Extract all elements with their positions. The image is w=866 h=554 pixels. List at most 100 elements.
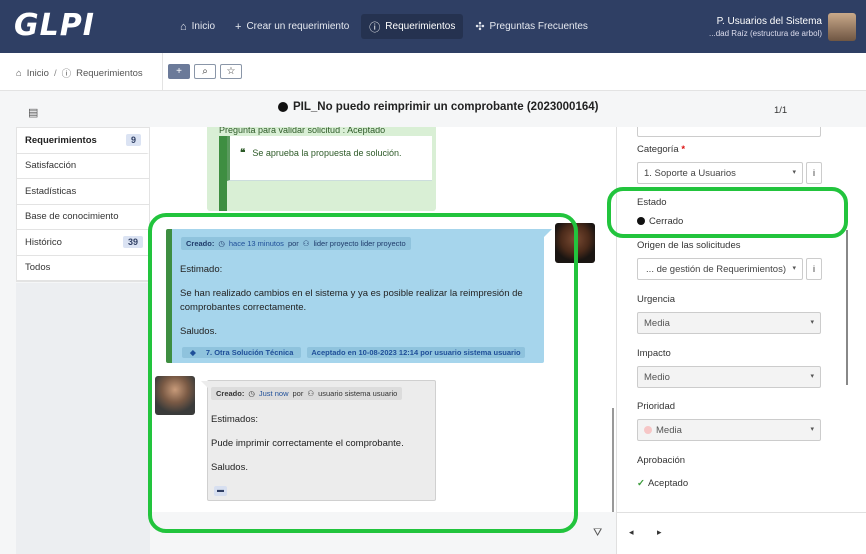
paragraph: Pude imprimir correctamente el comproban… — [211, 438, 404, 449]
user-menu[interactable]: P. Usuarios del Sistema ...dad Raíz (est… — [709, 16, 822, 38]
nav-preguntas-frecuentes[interactable]: ✣ Preguntas Frecuentes — [467, 14, 596, 39]
quote-icon: ❝ — [240, 148, 246, 159]
tab-historico[interactable]: Histórico 39 — [17, 230, 149, 256]
nav-inicio[interactable]: ⌂ Inicio — [172, 14, 223, 39]
paragraph: Se han realizado cambios en el sistema y… — [180, 288, 523, 313]
user-name: P. Usuarios del Sistema — [716, 16, 822, 27]
solution-item: Creado: ◷ hace 13 minutos por ⚇ lider pr… — [166, 229, 552, 363]
created-time[interactable]: hace 13 minutos — [229, 239, 284, 248]
user-entity: ...dad Raíz (estructura de arbol) — [709, 29, 822, 38]
check-icon: ✓ — [637, 478, 645, 489]
ticket-title: PIL_No puedo reimprimir un comprobante (… — [278, 101, 598, 113]
chevron-down-icon: ▾ — [810, 319, 814, 326]
chevron-down-icon: ▾ — [810, 426, 814, 433]
categoria-info-button[interactable]: i — [806, 162, 822, 184]
tab-base-conocimiento[interactable]: Base de conocimiento — [17, 205, 149, 230]
solution-author[interactable]: lider proyecto lider proyecto — [314, 239, 406, 248]
validation-followup: Pregunta para validar solicitud : Acepta… — [207, 127, 436, 211]
created-label: Creado: — [216, 389, 245, 398]
aprobacion-label: Aprobación — [637, 455, 686, 466]
nav-label: Preguntas Frecuentes — [489, 21, 588, 32]
breadcrumb-separator: / — [53, 67, 57, 79]
ticket-tabs: Requerimientos 9 Satisfacción Estadístic… — [16, 127, 150, 282]
tab-label: Todos — [25, 262, 51, 274]
tab-label: Estadísticas — [25, 185, 77, 197]
clock-icon: ◷ — [218, 239, 225, 248]
categoria-value: 1. Soporte a Usuarios — [644, 168, 736, 179]
breadcrumb-home[interactable]: Inicio — [27, 68, 49, 79]
origen-select[interactable]: ... de gestión de Requerimientos) ▾ — [637, 258, 803, 280]
timeline-scrollbar[interactable] — [612, 408, 614, 512]
add-button[interactable]: + — [168, 64, 190, 79]
user-avatar[interactable] — [828, 13, 856, 41]
sidebar-background — [16, 283, 150, 554]
timeline-footer — [150, 512, 616, 554]
user-followup-item: Creado: ◷ Just now por ⚇ usuario sistema… — [201, 380, 436, 501]
nav-requerimientos[interactable]: ⓘ Requerimientos — [361, 14, 464, 39]
tab-todos[interactable]: Todos — [17, 256, 149, 281]
ticket-fields-panel: Categoría * 1. Soporte a Usuarios ▾ i Es… — [616, 127, 866, 512]
search-button[interactable]: ⌕ — [194, 64, 216, 79]
urgencia-label: Urgencia — [637, 294, 676, 305]
estado-value[interactable]: Cerrado — [637, 216, 683, 227]
star-button[interactable]: ☆ — [220, 64, 242, 79]
aprobacion-value: ✓ Aceptado — [637, 478, 689, 489]
alert-circle-icon: ⓘ — [61, 69, 72, 80]
document-icon[interactable]: ▬ — [214, 486, 227, 496]
categoria-select[interactable]: 1. Soporte a Usuarios ▾ — [637, 162, 803, 184]
solution-accepted-badge: Aceptado en 10-08-2023 12:14 por usuario… — [307, 347, 525, 358]
count-badge: 39 — [122, 236, 143, 249]
chevron-down-icon: ▾ — [810, 373, 814, 380]
tab-estadisticas[interactable]: Estadísticas — [17, 179, 149, 205]
validation-quote: ❝ Se aprueba la propuesta de solución. — [227, 136, 432, 181]
created-time[interactable]: Just now — [259, 389, 289, 398]
tab-label: Satisfacción — [25, 160, 77, 172]
chevron-down-icon: ▾ — [792, 265, 796, 272]
tab-label: Base de conocimiento — [25, 211, 119, 223]
filter-icon[interactable]: ⛛ — [593, 527, 602, 540]
prioridad-select[interactable]: Media ▾ — [637, 419, 821, 441]
urgencia-select[interactable]: Media ▾ — [637, 312, 821, 334]
by-label: por — [292, 389, 304, 398]
prioridad-value: Media — [656, 425, 682, 436]
status-dot-icon — [278, 102, 288, 112]
tab-requerimientos[interactable]: Requerimientos 9 — [17, 128, 149, 154]
fields-scrollbar[interactable] — [846, 230, 848, 385]
lifebuoy-icon: ✣ — [475, 21, 485, 33]
origen-info-button[interactable]: i — [806, 258, 822, 280]
nav-label: Crear un requerimiento — [246, 21, 350, 32]
impacto-select[interactable]: Medio ▾ — [637, 366, 821, 388]
ticket-pager: 1/1 — [774, 105, 788, 116]
main-nav: ⌂ Inicio + Crear un requerimiento ⓘ Requ… — [172, 14, 596, 39]
required-marker: * — [681, 144, 686, 155]
estado-label: Estado — [637, 197, 667, 208]
partial-field[interactable] — [637, 127, 821, 137]
tag-icon: ◆ — [186, 347, 202, 358]
tab-satisfaccion[interactable]: Satisfacción — [17, 154, 149, 179]
nav-label: Inicio — [191, 21, 216, 32]
chevron-left-icon[interactable]: ◂ — [629, 527, 634, 538]
categoria-label: Categoría * — [637, 144, 686, 155]
chevron-right-icon[interactable]: ▸ — [657, 527, 662, 538]
plus-icon: + — [235, 20, 242, 33]
tab-label: Histórico — [25, 236, 62, 248]
home-icon: ⌂ — [16, 67, 22, 79]
followup-content: Estimados: Pude imprimir correctamente e… — [211, 413, 431, 485]
panel-footer: ◂ ▸ — [616, 512, 866, 554]
list-icon[interactable]: ▤ — [28, 106, 38, 119]
solution-type-badge: ◆ 7. Otra Solución Técnica — [182, 347, 302, 358]
followup-author[interactable]: usuario sistema usuario — [318, 389, 397, 398]
glpi-logo[interactable]: GLPI — [14, 8, 95, 43]
solution-footer: ◆ 7. Otra Solución Técnica Aceptado en 1… — [182, 347, 525, 358]
validation-text: Pregunta para validar solicitud : Acepta… — [219, 127, 386, 135]
followup-meta: Creado: ◷ Just now por ⚇ usuario sistema… — [211, 387, 403, 400]
origen-label: Origen de las solicitudes — [637, 240, 741, 251]
nav-label: Requerimientos — [385, 21, 456, 32]
nav-crear-requerimiento[interactable]: + Crear un requerimiento — [227, 14, 357, 39]
breadcrumb-current[interactable]: Requerimientos — [76, 68, 143, 79]
origen-value: ... de gestión de Requerimientos) — [646, 264, 786, 275]
status-closed-icon — [637, 217, 645, 226]
chevron-down-icon: ▾ — [792, 169, 796, 176]
bubble-corner — [542, 229, 552, 239]
count-badge: 9 — [125, 134, 141, 147]
